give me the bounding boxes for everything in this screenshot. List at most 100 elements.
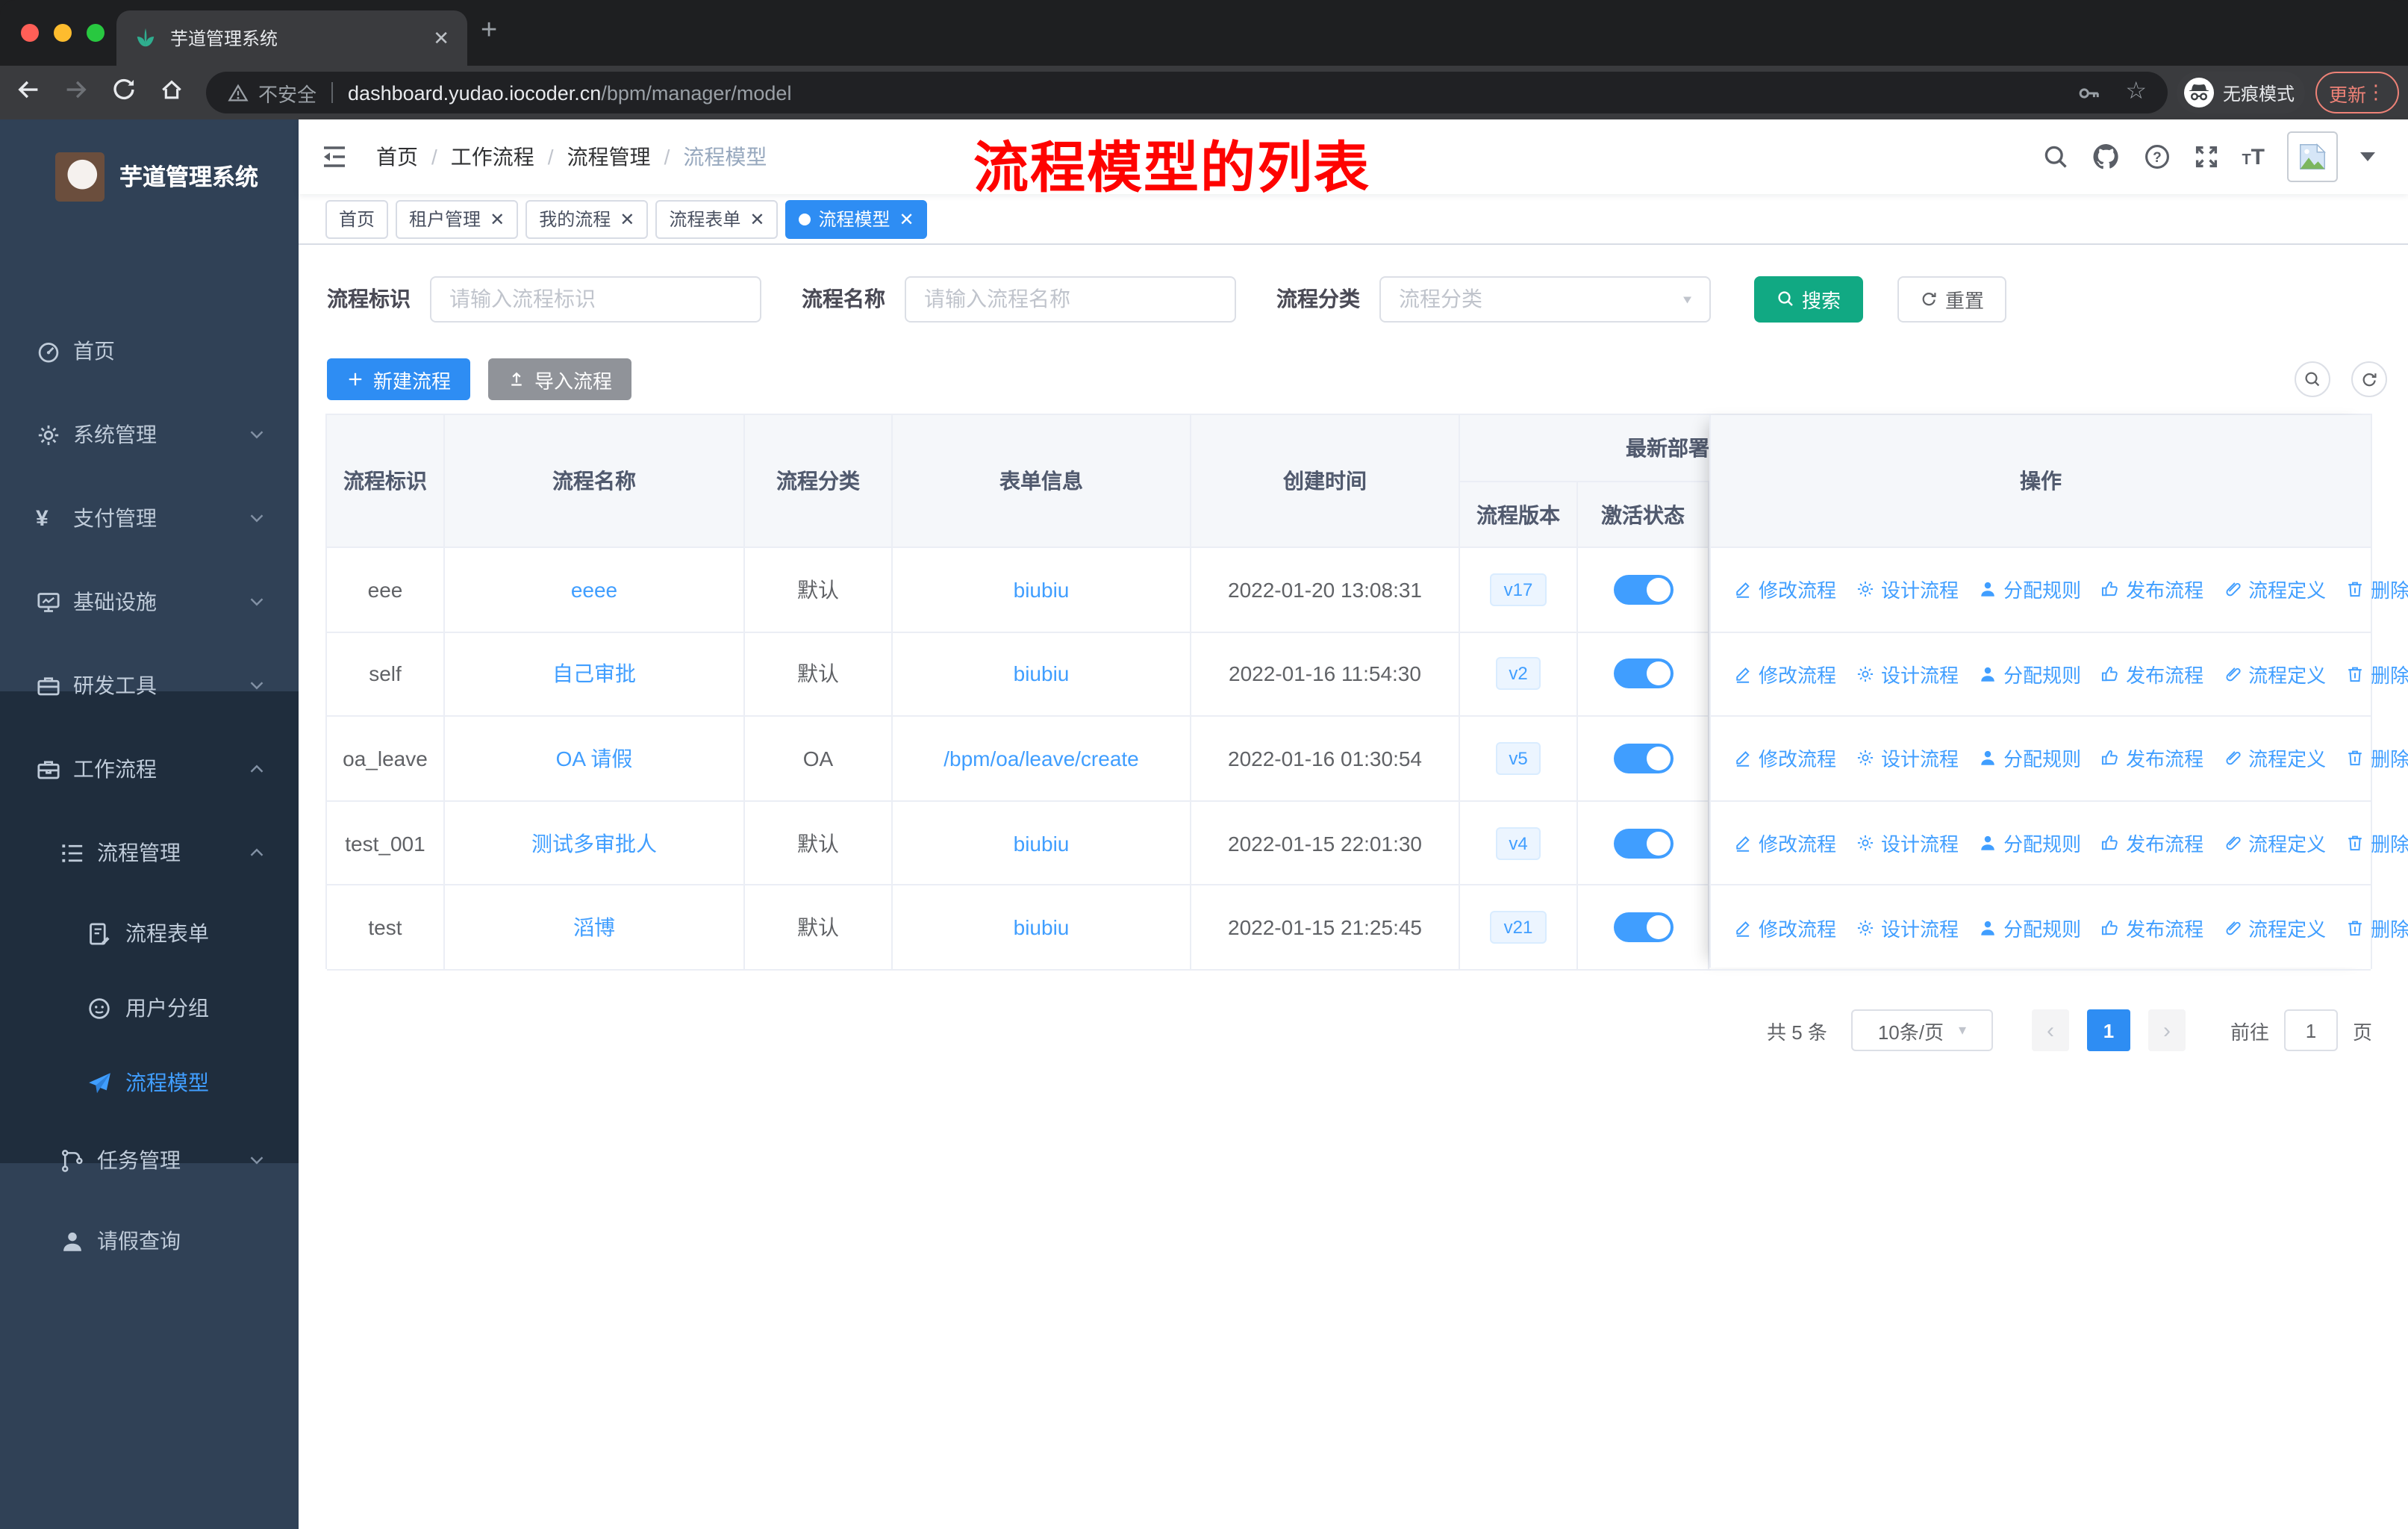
sidebar-item-home[interactable]: 首页 bbox=[0, 309, 299, 393]
breadcrumb-workflow[interactable]: 工作流程 bbox=[451, 142, 534, 172]
tag-process-form[interactable]: 流程表单 ✕ bbox=[655, 199, 779, 238]
password-key-icon[interactable] bbox=[2076, 80, 2101, 105]
publish-process-link[interactable]: 发布流程 bbox=[2100, 913, 2203, 941]
process-definition-link[interactable]: 流程定义 bbox=[2223, 913, 2326, 941]
font-size-icon[interactable]: TT bbox=[2242, 144, 2265, 169]
form-info-link[interactable]: biubiu bbox=[1014, 578, 1070, 602]
design-process-link[interactable]: 设计流程 bbox=[1856, 576, 1959, 604]
sidebar-logo[interactable]: 芋道管理系统 bbox=[0, 128, 299, 224]
sidebar-item-payment[interactable]: ¥ 支付管理 bbox=[0, 476, 299, 560]
breadcrumb-home[interactable]: 首页 bbox=[376, 142, 418, 172]
tag-close-icon[interactable]: ✕ bbox=[749, 210, 764, 228]
process-definition-link[interactable]: 流程定义 bbox=[2223, 660, 2326, 688]
tag-process-model[interactable]: 流程模型 ✕ bbox=[785, 199, 928, 238]
home-icon[interactable] bbox=[158, 76, 185, 103]
process-definition-link[interactable]: 流程定义 bbox=[2223, 829, 2326, 857]
zoom-window-button[interactable] bbox=[87, 24, 105, 42]
delete-link[interactable]: 删除 bbox=[2345, 829, 2408, 857]
browser-tab[interactable]: 芋道管理系统 ✕ bbox=[116, 10, 467, 66]
form-info-link[interactable]: /bpm/oa/leave/create bbox=[943, 747, 1139, 770]
tag-my-process[interactable]: 我的流程 ✕ bbox=[525, 199, 649, 238]
publish-process-link[interactable]: 发布流程 bbox=[2100, 576, 2203, 604]
publish-process-link[interactable]: 发布流程 bbox=[2100, 829, 2203, 857]
modify-process-link[interactable]: 修改流程 bbox=[1733, 744, 1836, 773]
publish-process-link[interactable]: 发布流程 bbox=[2100, 744, 2203, 773]
form-info-link[interactable]: biubiu bbox=[1014, 915, 1070, 939]
version-badge[interactable]: v2 bbox=[1495, 657, 1541, 691]
active-toggle[interactable] bbox=[1613, 658, 1673, 689]
version-badge[interactable]: v5 bbox=[1495, 741, 1541, 775]
security-label[interactable]: 不安全 bbox=[258, 78, 316, 107]
forward-icon[interactable] bbox=[63, 76, 90, 103]
reload-icon[interactable] bbox=[110, 76, 137, 103]
avatar-caret-icon[interactable] bbox=[2360, 152, 2375, 161]
process-name-input[interactable] bbox=[905, 275, 1236, 322]
modify-process-link[interactable]: 修改流程 bbox=[1733, 660, 1836, 688]
browser-update-button[interactable]: 更新 ⋮ bbox=[2315, 72, 2399, 113]
tag-close-icon[interactable]: ✕ bbox=[490, 210, 505, 228]
window-controls[interactable] bbox=[21, 24, 105, 42]
modify-process-link[interactable]: 修改流程 bbox=[1733, 829, 1836, 857]
model-name-link[interactable]: 自己审批 bbox=[552, 659, 636, 689]
process-definition-link[interactable]: 流程定义 bbox=[2223, 576, 2326, 604]
user-avatar[interactable] bbox=[2287, 131, 2338, 182]
form-info-link[interactable]: biubiu bbox=[1014, 831, 1070, 855]
sidebar-item-workflow[interactable]: 工作流程 bbox=[0, 727, 299, 811]
form-info-link[interactable]: biubiu bbox=[1014, 662, 1070, 686]
assign-rule-link[interactable]: 分配规则 bbox=[1978, 660, 2081, 688]
reset-button[interactable]: 重置 bbox=[1897, 275, 2007, 322]
toggle-search-button[interactable] bbox=[2295, 361, 2330, 397]
delete-link[interactable]: 删除 bbox=[2345, 576, 2408, 604]
github-icon[interactable] bbox=[2091, 142, 2121, 172]
prev-page-button[interactable]: ‹ bbox=[2031, 1009, 2069, 1051]
tag-tenant[interactable]: 租户管理 ✕ bbox=[396, 199, 519, 238]
design-process-link[interactable]: 设计流程 bbox=[1856, 744, 1959, 773]
active-toggle[interactable] bbox=[1613, 574, 1673, 605]
sidebar-item-leave-query[interactable]: 请假查询 bbox=[0, 1203, 299, 1278]
design-process-link[interactable]: 设计流程 bbox=[1856, 660, 1959, 688]
publish-process-link[interactable]: 发布流程 bbox=[2100, 660, 2203, 688]
sidebar-item-system[interactable]: 系统管理 bbox=[0, 393, 299, 476]
model-name-link[interactable]: eeee bbox=[571, 578, 617, 602]
active-toggle[interactable] bbox=[1613, 912, 1673, 943]
create-process-button[interactable]: 新建流程 bbox=[327, 358, 471, 400]
page-size-select[interactable]: 10条/页 ▾ bbox=[1850, 1009, 1993, 1051]
menu-dots-icon[interactable]: ⋮ bbox=[2366, 81, 2386, 105]
tab-close-icon[interactable]: ✕ bbox=[433, 26, 449, 50]
current-page-button[interactable]: 1 bbox=[2086, 1009, 2130, 1051]
process-definition-link[interactable]: 流程定义 bbox=[2223, 744, 2326, 773]
tag-close-icon[interactable]: ✕ bbox=[620, 210, 634, 228]
tag-close-icon[interactable]: ✕ bbox=[899, 210, 914, 228]
new-tab-button[interactable]: + bbox=[481, 15, 497, 48]
model-name-link[interactable]: 滔博 bbox=[573, 912, 615, 942]
bookmark-star-icon[interactable]: ☆ bbox=[2125, 80, 2147, 105]
sidebar-item-task-management[interactable]: 任务管理 bbox=[0, 1123, 299, 1198]
help-icon[interactable]: ? bbox=[2143, 143, 2170, 170]
assign-rule-link[interactable]: 分配规则 bbox=[1978, 576, 2081, 604]
model-name-link[interactable]: OA 请假 bbox=[556, 744, 633, 773]
assign-rule-link[interactable]: 分配规则 bbox=[1978, 829, 2081, 857]
model-name-link[interactable]: 测试多审批人 bbox=[531, 828, 657, 858]
sidebar-item-process-management[interactable]: 流程管理 bbox=[0, 815, 299, 890]
sidebar-item-process-model[interactable]: 流程模型 bbox=[0, 1045, 299, 1120]
modify-process-link[interactable]: 修改流程 bbox=[1733, 576, 1836, 604]
breadcrumb-process-management[interactable]: 流程管理 bbox=[567, 142, 651, 172]
category-select[interactable]: 流程分类 ▾ bbox=[1379, 275, 1711, 322]
sidebar-item-infrastructure[interactable]: 基础设施 bbox=[0, 560, 299, 644]
assign-rule-link[interactable]: 分配规则 bbox=[1978, 913, 2081, 941]
delete-link[interactable]: 删除 bbox=[2345, 744, 2408, 773]
delete-link[interactable]: 删除 bbox=[2345, 660, 2408, 688]
sidebar-item-dev-tools[interactable]: 研发工具 bbox=[0, 644, 299, 727]
process-id-input[interactable] bbox=[430, 275, 761, 322]
sidebar-item-user-group[interactable]: 用户分组 bbox=[0, 971, 299, 1045]
goto-page-input[interactable] bbox=[2283, 1009, 2338, 1051]
version-badge[interactable]: v4 bbox=[1495, 826, 1541, 860]
active-toggle[interactable] bbox=[1613, 743, 1673, 773]
design-process-link[interactable]: 设计流程 bbox=[1856, 829, 1959, 857]
import-process-button[interactable]: 导入流程 bbox=[488, 358, 632, 400]
fullscreen-icon[interactable] bbox=[2192, 143, 2219, 170]
sidebar-collapse-icon[interactable] bbox=[319, 142, 349, 172]
active-toggle[interactable] bbox=[1613, 828, 1673, 859]
address-bar[interactable]: 不安全 dashboard.yudao.iocoder.cn/bpm/manag… bbox=[206, 72, 2168, 113]
modify-process-link[interactable]: 修改流程 bbox=[1733, 913, 1836, 941]
